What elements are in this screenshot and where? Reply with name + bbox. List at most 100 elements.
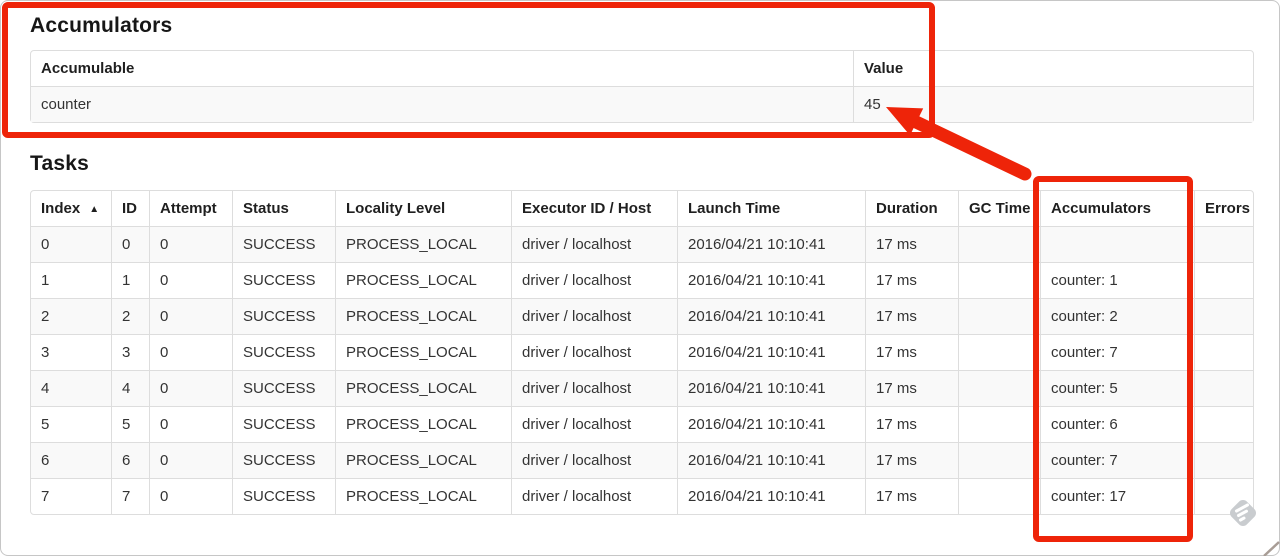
status-cell: SUCCESS: [232, 478, 335, 514]
duration-cell: 17 ms: [865, 370, 958, 406]
launch-time-cell: 2016/04/21 10:10:41: [677, 370, 865, 406]
attempt-cell: 0: [149, 226, 232, 262]
status-cell: SUCCESS: [232, 262, 335, 298]
duration-cell: 17 ms: [865, 226, 958, 262]
accumulators-cell: counter: 1: [1040, 262, 1194, 298]
index-cell: 1: [31, 262, 111, 298]
accumulators-table: Accumulable Value counter 45: [30, 50, 1254, 123]
column-header-accumulable[interactable]: Accumulable: [31, 51, 853, 86]
id-cell: 5: [111, 406, 149, 442]
column-header-duration[interactable]: Duration: [865, 191, 958, 226]
executor-id-host-cell: driver / localhost: [511, 226, 677, 262]
id-cell: 6: [111, 442, 149, 478]
id-cell: 3: [111, 334, 149, 370]
column-header-status[interactable]: Status: [232, 191, 335, 226]
id-cell: 7: [111, 478, 149, 514]
index-cell: 2: [31, 298, 111, 334]
launch-time-cell: 2016/04/21 10:10:41: [677, 298, 865, 334]
locality-level-cell: PROCESS_LOCAL: [335, 478, 511, 514]
attempt-cell: 0: [149, 298, 232, 334]
accumulators-cell: [1040, 226, 1194, 262]
gc-time-cell: [958, 370, 1040, 406]
accumulators-cell: counter: 6: [1040, 406, 1194, 442]
column-header-launch-time[interactable]: Launch Time: [677, 191, 865, 226]
table-row: counter 45: [31, 86, 1253, 122]
accumulators-cell: counter: 7: [1040, 334, 1194, 370]
accumulators-cell: counter: 7: [1040, 442, 1194, 478]
errors-cell: [1194, 226, 1253, 262]
status-cell: SUCCESS: [232, 370, 335, 406]
id-cell: 4: [111, 370, 149, 406]
errors-cell: [1194, 406, 1253, 442]
index-cell: 0: [31, 226, 111, 262]
table-row: 0 0 0 SUCCESS PROCESS_LOCAL driver / loc…: [31, 226, 1253, 262]
table-row: 6 6 0 SUCCESS PROCESS_LOCAL driver / loc…: [31, 442, 1253, 478]
errors-cell: [1194, 262, 1253, 298]
errors-cell: [1194, 334, 1253, 370]
table-row: 4 4 0 SUCCESS PROCESS_LOCAL driver / loc…: [31, 370, 1253, 406]
tasks-table-body: 0 0 0 SUCCESS PROCESS_LOCAL driver / loc…: [31, 226, 1253, 514]
attempt-cell: 0: [149, 406, 232, 442]
gc-time-cell: [958, 226, 1040, 262]
index-cell: 4: [31, 370, 111, 406]
tasks-header-row: Index ▲ ID Attempt Status Locality Level …: [31, 191, 1253, 226]
table-row: 5 5 0 SUCCESS PROCESS_LOCAL driver / loc…: [31, 406, 1253, 442]
table-row: 2 2 0 SUCCESS PROCESS_LOCAL driver / loc…: [31, 298, 1253, 334]
locality-level-cell: PROCESS_LOCAL: [335, 334, 511, 370]
errors-cell: [1194, 298, 1253, 334]
index-cell: 3: [31, 334, 111, 370]
launch-time-cell: 2016/04/21 10:10:41: [677, 442, 865, 478]
locality-level-cell: PROCESS_LOCAL: [335, 406, 511, 442]
annotation-tool-logo-icon: [1226, 496, 1260, 530]
locality-level-cell: PROCESS_LOCAL: [335, 298, 511, 334]
table-row: 1 1 0 SUCCESS PROCESS_LOCAL driver / loc…: [31, 262, 1253, 298]
attempt-cell: 0: [149, 334, 232, 370]
index-cell: 5: [31, 406, 111, 442]
gc-time-cell: [958, 298, 1040, 334]
index-cell: 7: [31, 478, 111, 514]
errors-cell: [1194, 370, 1253, 406]
accumulators-section-title: Accumulators: [30, 14, 173, 37]
id-cell: 1: [111, 262, 149, 298]
executor-id-host-cell: driver / localhost: [511, 370, 677, 406]
duration-cell: 17 ms: [865, 298, 958, 334]
executor-id-host-cell: driver / localhost: [511, 406, 677, 442]
launch-time-cell: 2016/04/21 10:10:41: [677, 478, 865, 514]
column-header-attempt[interactable]: Attempt: [149, 191, 232, 226]
gc-time-cell: [958, 262, 1040, 298]
launch-time-cell: 2016/04/21 10:10:41: [677, 262, 865, 298]
column-header-value[interactable]: Value: [853, 51, 1253, 86]
column-header-id[interactable]: ID: [111, 191, 149, 226]
cursor-artifact: [1263, 541, 1280, 556]
accumulators-cell: counter: 5: [1040, 370, 1194, 406]
executor-id-host-cell: driver / localhost: [511, 442, 677, 478]
column-header-executor-id-host[interactable]: Executor ID / Host: [511, 191, 677, 226]
status-cell: SUCCESS: [232, 442, 335, 478]
accumulators-cell: counter: 17: [1040, 478, 1194, 514]
tasks-section-title: Tasks: [30, 152, 89, 175]
locality-level-cell: PROCESS_LOCAL: [335, 442, 511, 478]
column-header-index-label: Index: [41, 200, 81, 217]
locality-level-cell: PROCESS_LOCAL: [335, 370, 511, 406]
attempt-cell: 0: [149, 370, 232, 406]
duration-cell: 17 ms: [865, 406, 958, 442]
errors-cell: [1194, 442, 1253, 478]
id-cell: 0: [111, 226, 149, 262]
duration-cell: 17 ms: [865, 262, 958, 298]
duration-cell: 17 ms: [865, 442, 958, 478]
executor-id-host-cell: driver / localhost: [511, 478, 677, 514]
attempt-cell: 0: [149, 262, 232, 298]
gc-time-cell: [958, 442, 1040, 478]
column-header-locality-level[interactable]: Locality Level: [335, 191, 511, 226]
attempt-cell: 0: [149, 442, 232, 478]
gc-time-cell: [958, 334, 1040, 370]
id-cell: 2: [111, 298, 149, 334]
column-header-accumulators[interactable]: Accumulators: [1040, 191, 1194, 226]
column-header-errors[interactable]: Errors: [1194, 191, 1253, 226]
sort-ascending-icon: ▲: [89, 204, 100, 215]
executor-id-host-cell: driver / localhost: [511, 262, 677, 298]
column-header-gc-time[interactable]: GC Time: [958, 191, 1040, 226]
value-cell: 45: [853, 86, 1253, 122]
status-cell: SUCCESS: [232, 226, 335, 262]
column-header-index[interactable]: Index ▲: [31, 191, 111, 226]
